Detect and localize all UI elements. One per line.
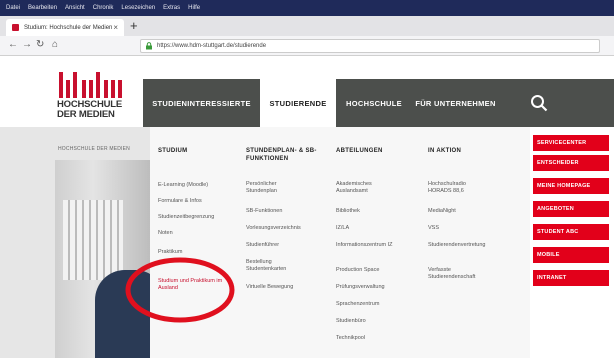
- link-horads[interactable]: Hochschulradio HORADS 88,6: [428, 181, 483, 195]
- tab-title: Studium: Hochschule der Medien: [24, 24, 113, 31]
- menu-hilfe[interactable]: Hilfe: [188, 5, 200, 11]
- close-icon[interactable]: ×: [113, 23, 118, 32]
- col-heading-stundenplan: STUNDENPLAN- & SB-FUNKTIONEN: [246, 148, 317, 162]
- link-vss[interactable]: VSS: [428, 225, 439, 232]
- nav-studieninteressierte[interactable]: STUDIENINTERESSIERTE: [143, 79, 260, 127]
- link-medianight[interactable]: MediaNight: [428, 208, 456, 215]
- site-logo[interactable]: HOCHSCHULE DER MEDIEN: [55, 66, 127, 128]
- home-icon[interactable]: ⌂: [52, 39, 58, 50]
- link-studienbuero[interactable]: Studienbüro: [336, 318, 366, 325]
- url-bar[interactable]: https://www.hdm-stuttgart.de/studierende: [140, 39, 600, 53]
- link-studienfuehrer[interactable]: Studienführer: [246, 242, 279, 249]
- url-text: https://www.hdm-stuttgart.de/studierende: [157, 43, 267, 49]
- link-bestellung-studentenkarten[interactable]: Bestellung Studentenkarten: [246, 259, 301, 273]
- link-noten[interactable]: Noten: [158, 230, 173, 237]
- menu-datei[interactable]: Datei: [6, 5, 20, 11]
- forward-icon[interactable]: →: [22, 39, 32, 50]
- logo-text: HOCHSCHULE DER MEDIEN: [57, 99, 123, 120]
- highlight-ellipse: [125, 257, 235, 323]
- menu-ansicht[interactable]: Ansicht: [65, 5, 85, 11]
- nav-hochschule[interactable]: HOCHSCHULE: [336, 79, 412, 127]
- nav-fuer-unternehmen[interactable]: FÜR UNTERNEHMEN: [412, 79, 499, 127]
- col-heading-in-aktion: IN AKTION: [428, 148, 462, 154]
- quicklink-angeboten[interactable]: ANGEBOTEN: [533, 201, 609, 217]
- link-vorlesungsverzeichnis[interactable]: Vorlesungsverzeichnis: [246, 225, 301, 232]
- menu-bearbeiten[interactable]: Bearbeiten: [28, 5, 57, 11]
- link-studierendenvertretung[interactable]: Studierendenvertretung: [428, 242, 488, 249]
- menu-lesezeichen[interactable]: Lesezeichen: [121, 5, 155, 11]
- menu-chronik[interactable]: Chronik: [93, 5, 114, 11]
- link-formulare[interactable]: Formulare & Infos: [158, 198, 202, 205]
- breadcrumb[interactable]: HOCHSCHULE DER MEDIEN: [58, 146, 130, 152]
- link-studienzeitbegrenzung[interactable]: Studienzeitbegrenzung: [158, 214, 214, 221]
- new-tab-icon[interactable]: +: [130, 18, 138, 33]
- browser-navbar: ← → ↻ ⌂ https://www.hdm-stuttgart.de/stu…: [0, 36, 614, 56]
- link-informationszentrum[interactable]: Informationszentrum IZ: [336, 242, 398, 249]
- quicklink-mobile[interactable]: MOBILE: [533, 247, 609, 263]
- link-pruefungsverwaltung[interactable]: Prüfungsverwaltung: [336, 284, 385, 291]
- reload-icon[interactable]: ↻: [36, 39, 44, 50]
- browser-tabbar: Studium: Hochschule der Medien × +: [0, 16, 614, 36]
- link-virtuelle-bewegung[interactable]: Virtuelle Bewegung: [246, 284, 293, 291]
- link-bibliothek[interactable]: Bibliothek: [336, 208, 360, 215]
- link-sb-funktionen[interactable]: SB-Funktionen: [246, 208, 282, 215]
- link-production-space[interactable]: Production Space: [336, 267, 379, 274]
- search-icon[interactable]: [530, 94, 548, 112]
- browser-menubar: Datei Bearbeiten Ansicht Chronik Lesezei…: [0, 0, 614, 16]
- quicklink-entscheider[interactable]: ENTSCHEIDER: [533, 155, 609, 171]
- quicklink-servicecenter[interactable]: SERVICECENTER: [533, 135, 609, 151]
- link-sprachenzentrum[interactable]: Sprachenzentrum: [336, 301, 379, 308]
- link-technikpool[interactable]: Technikpool: [336, 335, 365, 342]
- link-auslandsamt[interactable]: Akademisches Auslandsamt: [336, 181, 391, 195]
- nav-studierende[interactable]: STUDIERENDE: [260, 79, 336, 127]
- browser-tab[interactable]: Studium: Hochschule der Medien ×: [6, 19, 124, 36]
- back-icon[interactable]: ←: [8, 39, 18, 50]
- quicklink-student-abc[interactable]: STUDENT ABC: [533, 224, 609, 240]
- favicon-icon: [12, 24, 19, 31]
- link-verfasste-studierendenschaft[interactable]: Verfasste Studierendenschaft: [428, 267, 488, 281]
- menu-extras[interactable]: Extras: [163, 5, 180, 11]
- quicklink-intranet[interactable]: INTRANET: [533, 270, 609, 286]
- col-heading-abteilungen: ABTEILUNGEN: [336, 148, 383, 154]
- quicklink-meine-homepage[interactable]: MEINE HOMEPAGE: [533, 178, 609, 194]
- link-persoenlicher-stundenplan[interactable]: Persönlicher Stundenplan: [246, 181, 306, 195]
- photo-radiator: [63, 200, 123, 280]
- logo-icon: [59, 72, 122, 98]
- link-izla[interactable]: IZ/LA: [336, 225, 349, 232]
- col-heading-studium: STUDIUM: [158, 148, 188, 154]
- lock-icon: [146, 42, 152, 50]
- link-e-learning[interactable]: E-Learning (Moodle): [158, 182, 208, 189]
